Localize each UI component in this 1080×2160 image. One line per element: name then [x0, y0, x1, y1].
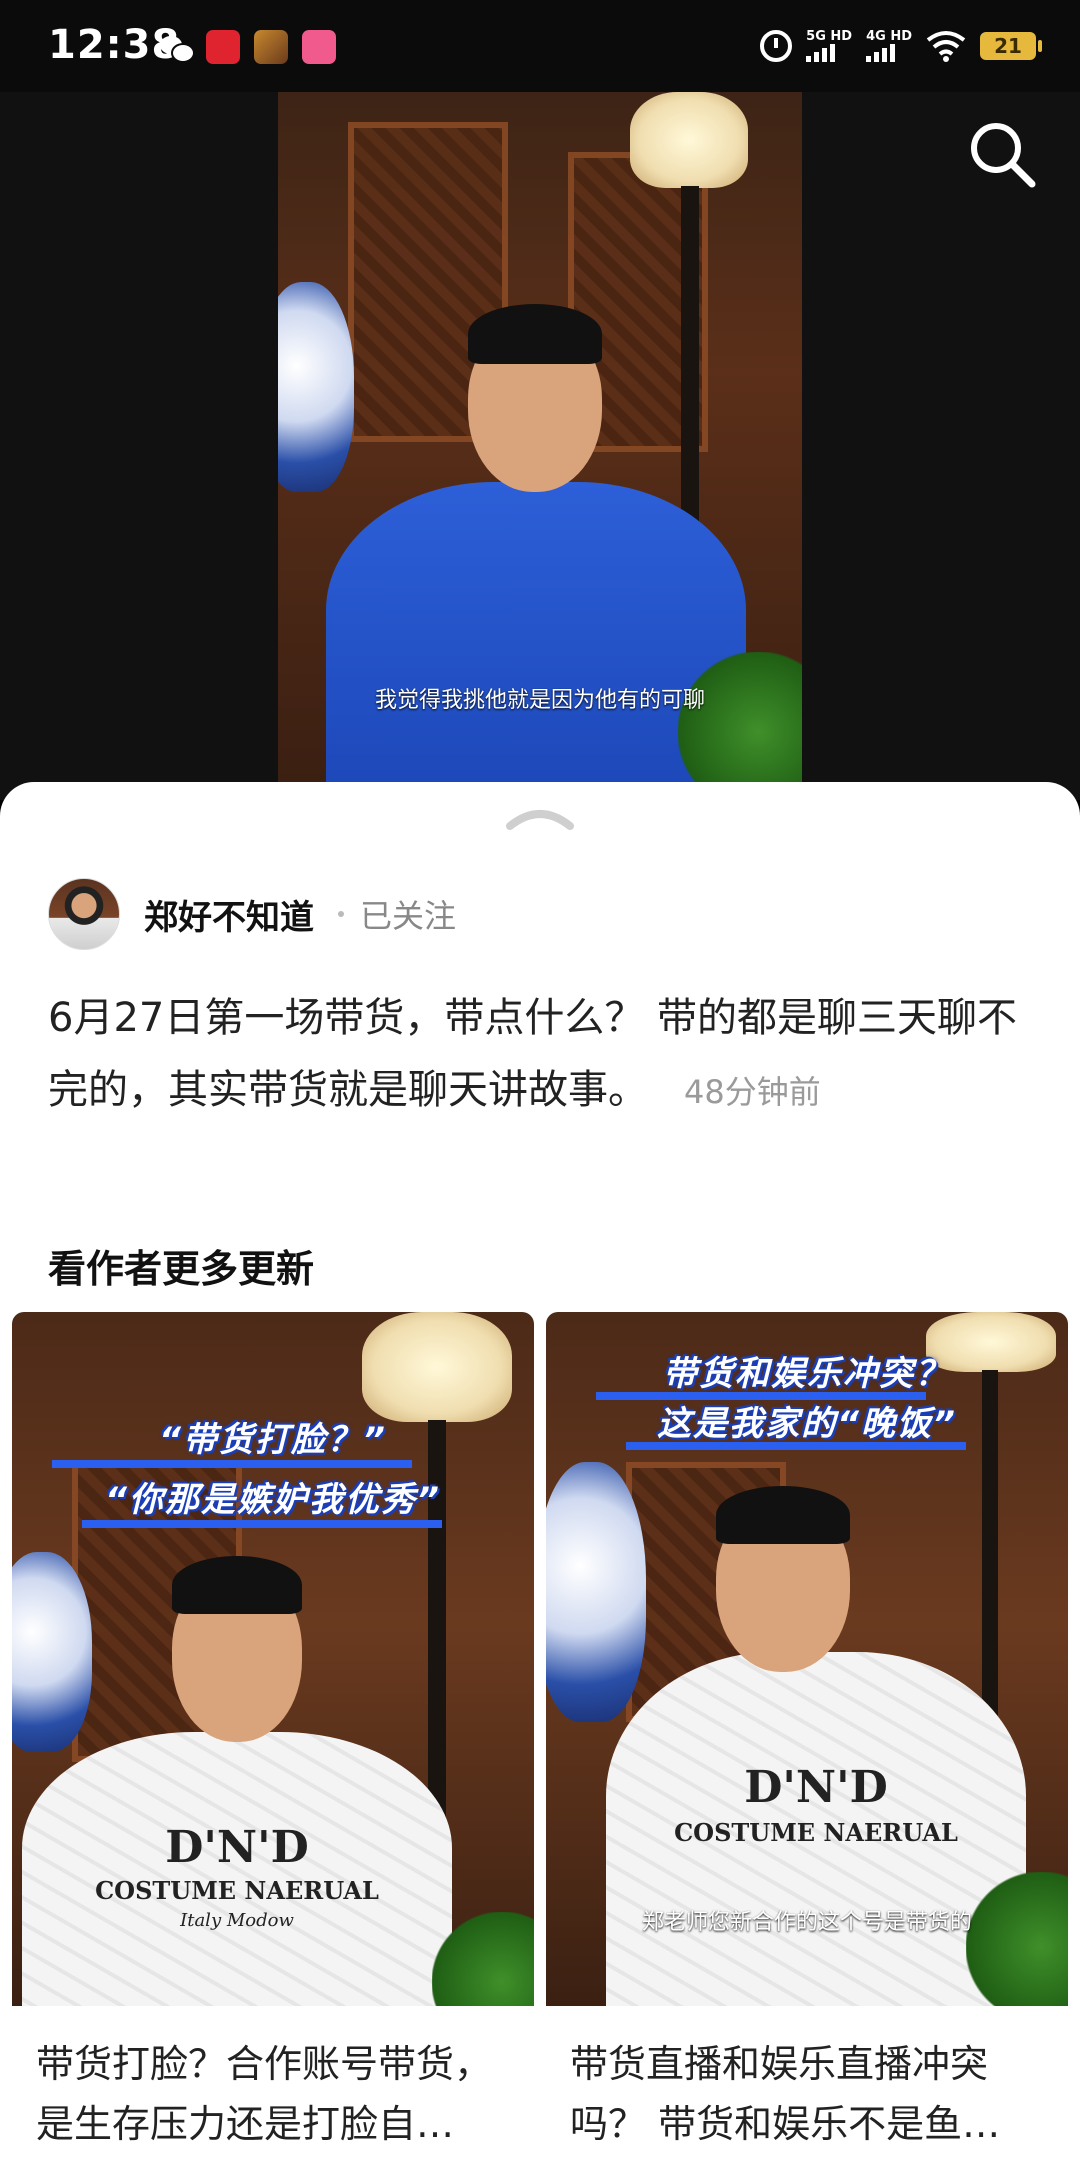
- status-bar: 12:38 5G HD 4G HD 21: [0, 0, 1080, 92]
- card-title[interactable]: 带货直播和娱乐直播冲突吗？ 带货和娱乐不是鱼…: [546, 2006, 1068, 2160]
- post-time: 48分钟前: [684, 1073, 821, 1111]
- drag-handle-icon[interactable]: [504, 804, 576, 832]
- thumbnail-subtitle: 郑老师您新合作的这个号是带货的: [641, 1910, 972, 1935]
- battery-icon: 21: [980, 32, 1042, 60]
- post-detail-sheet: 郑好不知道 已关注 6月27日第一场带货，带点什么？ 带的都是聊三天聊不完的，其…: [0, 782, 1080, 2160]
- shirt-print: D'N'D: [744, 1762, 888, 1813]
- shirt-print-script: Italy Modow: [180, 1910, 294, 1931]
- wechat-icon: [158, 30, 195, 64]
- video-subtitle: 我觉得我挑他就是因为他有的可聊: [374, 688, 705, 713]
- card-title[interactable]: 带货打脸？合作账号带货，是生存压力还是打脸自…: [12, 2006, 534, 2160]
- section-title: 看作者更多更新: [48, 1247, 315, 1291]
- post-text: 6月27日第一场带货，带点什么？ 带的都是聊三天聊不完的，其实带货就是聊天讲故事…: [48, 982, 1038, 1128]
- system-icons: 5G HD 4G HD 21: [760, 30, 1042, 62]
- signal-bars-icon: [806, 44, 836, 62]
- netease-music-icon: [206, 30, 240, 64]
- caption-underline: [82, 1520, 442, 1528]
- thumbnail-caption-line2: 这是我家的“晚饭”: [657, 1404, 957, 1444]
- plant: [432, 1912, 534, 2006]
- vase: [12, 1552, 92, 1752]
- lamp: [630, 92, 748, 188]
- caption-underline: [52, 1460, 412, 1468]
- shirt-print: D'N'D: [165, 1822, 309, 1873]
- separator-dot: [338, 911, 344, 917]
- game-icon: [254, 30, 288, 64]
- person-shirt: D'N'D COSTUME NAERUAL Italy Modow: [22, 1732, 452, 2006]
- thumbnail-caption-line2: “你那是嫉妒我优秀”: [105, 1480, 441, 1520]
- follow-status-button[interactable]: 已关注: [360, 891, 456, 937]
- person-hair: [716, 1486, 850, 1544]
- battery-level: 21: [994, 34, 1022, 58]
- video-thumbnail[interactable]: “带货打脸？” “你那是嫉妒我优秀” D'N'D COSTUME NAERUAL…: [12, 1312, 534, 2006]
- notification-icons: [158, 30, 336, 64]
- network-label-1: 5G HD: [806, 29, 853, 44]
- signal-4g: 4G HD: [866, 30, 912, 62]
- signal-5g: 5G HD: [806, 30, 852, 62]
- vase: [546, 1462, 646, 1722]
- video-card[interactable]: “带货打脸？” “你那是嫉妒我优秀” D'N'D COSTUME NAERUAL…: [12, 1312, 534, 2160]
- video-player[interactable]: 我觉得我挑他就是因为他有的可聊: [0, 92, 1080, 800]
- author-name[interactable]: 郑好不知道: [144, 890, 314, 939]
- video-thumbnail[interactable]: 带货和娱乐冲突？ 这是我家的“晚饭” D'N'D COSTUME NAERUAL…: [546, 1312, 1068, 2006]
- author-row[interactable]: 郑好不知道 已关注: [48, 878, 456, 950]
- plant: [678, 652, 802, 792]
- thumbnail-caption-line1: 带货和娱乐冲突？: [663, 1354, 951, 1394]
- video-card[interactable]: 带货和娱乐冲突？ 这是我家的“晚饭” D'N'D COSTUME NAERUAL…: [546, 1312, 1068, 2160]
- plant: [966, 1872, 1068, 2006]
- video-frame[interactable]: 我觉得我挑他就是因为他有的可聊: [278, 92, 802, 792]
- shirt-print-sub: COSTUME NAERUAL: [674, 1818, 958, 1847]
- person-shirt: D'N'D COSTUME NAERUAL: [606, 1652, 1026, 2006]
- person-hair: [172, 1556, 302, 1614]
- avatar[interactable]: [48, 878, 120, 950]
- shirt-print-sub: COSTUME NAERUAL: [95, 1876, 379, 1905]
- vase: [278, 282, 354, 492]
- person-hair: [468, 304, 602, 364]
- network-label-2: 4G HD: [866, 29, 912, 44]
- wifi-icon: [926, 31, 966, 62]
- thumbnail-caption-line1: “带货打脸？”: [159, 1420, 387, 1460]
- post-body: 6月27日第一场带货，带点什么？ 带的都是聊三天聊不完的，其实带货就是聊天讲故事…: [48, 995, 1018, 1113]
- caption-underline: [626, 1442, 966, 1450]
- bilibili-icon: [302, 30, 336, 64]
- search-icon[interactable]: [964, 116, 1040, 192]
- signal-bars-icon: [866, 44, 896, 62]
- alarm-icon: [760, 30, 793, 62]
- lamp: [362, 1312, 512, 1422]
